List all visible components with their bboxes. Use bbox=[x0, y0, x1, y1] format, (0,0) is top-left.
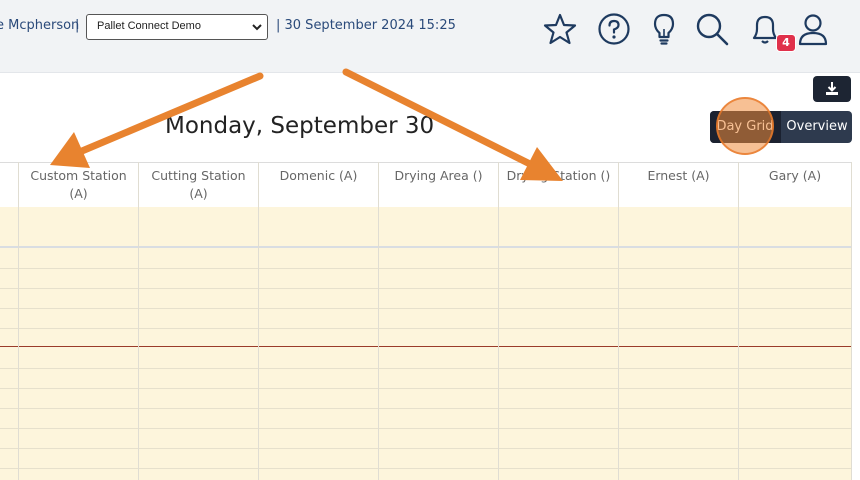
separator: | bbox=[75, 18, 80, 33]
column-header-line1: Gary (A) bbox=[768, 168, 822, 183]
site-select-value: Pallet Connect Demo bbox=[97, 20, 201, 32]
download-icon bbox=[826, 82, 838, 95]
column-divider bbox=[258, 162, 259, 480]
all-day-row[interactable] bbox=[0, 207, 852, 248]
current-time-indicator bbox=[0, 346, 852, 347]
column-header: Domenic (A) bbox=[258, 163, 378, 207]
user-icon[interactable] bbox=[796, 12, 830, 46]
column-header: Drying Station () bbox=[498, 163, 618, 207]
column-header: Custom Station (A) bbox=[18, 163, 138, 207]
column-divider bbox=[618, 162, 619, 480]
day-grid-button[interactable]: Day Grid bbox=[710, 111, 780, 143]
calendar-title: Monday, September 30 bbox=[165, 113, 435, 139]
site-select[interactable]: Pallet Connect Demo bbox=[86, 14, 268, 40]
search-icon[interactable] bbox=[695, 12, 729, 46]
slot-divider bbox=[0, 388, 852, 389]
slot-divider bbox=[0, 448, 852, 449]
star-icon[interactable] bbox=[543, 12, 577, 46]
slot-divider bbox=[0, 268, 852, 269]
help-icon[interactable] bbox=[597, 12, 631, 46]
column-divider bbox=[18, 162, 19, 480]
lightbulb-icon[interactable] bbox=[647, 12, 681, 46]
slot-divider bbox=[0, 408, 852, 409]
column-header: Cutting Station (A) bbox=[138, 163, 258, 207]
overview-button[interactable]: Overview bbox=[780, 111, 852, 143]
column-header-line2: (A) bbox=[189, 186, 208, 201]
column-header-line1: Domenic (A) bbox=[279, 168, 358, 183]
column-header-line1: Custom Station bbox=[30, 168, 127, 183]
column-header-line1: Drying Area () bbox=[394, 168, 483, 183]
column-header-line1: Cutting Station bbox=[151, 168, 246, 183]
column-header: Ernest (A) bbox=[618, 163, 738, 207]
column-divider bbox=[138, 162, 139, 480]
column-divider bbox=[378, 162, 379, 480]
top-bar: e Mcpherson | Pallet Connect Demo | 30 S… bbox=[0, 0, 860, 73]
slot-divider bbox=[0, 328, 852, 329]
current-datetime: | 30 September 2024 15:25 bbox=[276, 18, 456, 33]
column-header-line2: (A) bbox=[69, 186, 88, 201]
chevron-down-icon bbox=[252, 24, 262, 31]
slot-divider bbox=[0, 288, 852, 289]
column-header-row: Custom Station (A) Cutting Station (A) D… bbox=[0, 162, 852, 208]
notification-badge: 4 bbox=[776, 34, 796, 52]
view-toggle: Day Grid Overview bbox=[710, 111, 852, 143]
column-header: Drying Area () bbox=[378, 163, 498, 207]
slot-divider bbox=[0, 308, 852, 309]
column-header-line1: Ernest (A) bbox=[647, 168, 710, 183]
slot-divider bbox=[0, 468, 852, 469]
column-header-line1: Drying Station () bbox=[506, 168, 611, 183]
column-divider bbox=[738, 162, 739, 480]
user-name[interactable]: e Mcpherson bbox=[0, 18, 79, 33]
resource-day-grid: Custom Station (A) Cutting Station (A) D… bbox=[0, 162, 852, 480]
column-divider bbox=[498, 162, 499, 480]
download-button[interactable] bbox=[813, 76, 851, 102]
slot-divider bbox=[0, 368, 852, 369]
time-slots[interactable] bbox=[0, 248, 852, 480]
slot-divider bbox=[0, 428, 852, 429]
column-divider bbox=[851, 162, 852, 480]
column-header: Gary (A) bbox=[738, 163, 852, 207]
